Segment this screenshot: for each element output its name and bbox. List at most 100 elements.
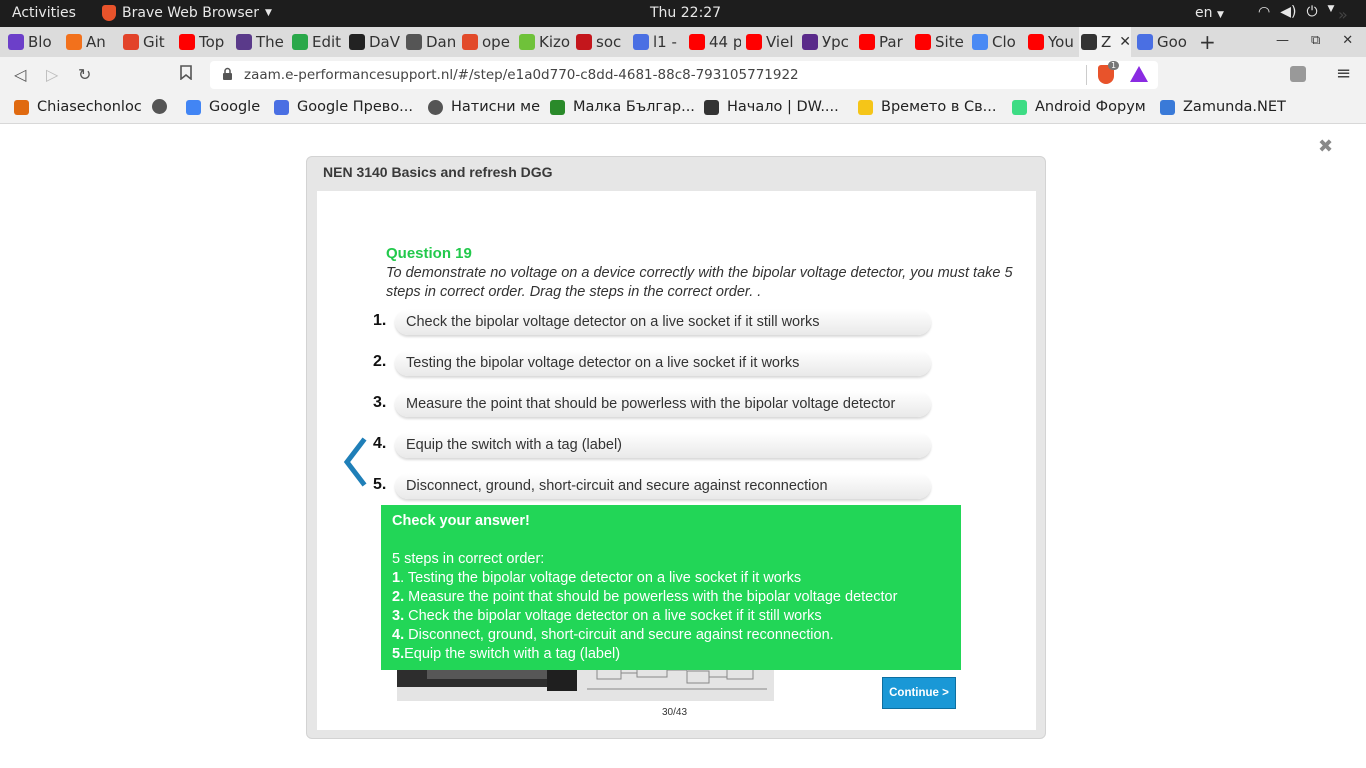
window-controls: — ⧉ ✕	[1276, 33, 1353, 48]
maximize-icon[interactable]: ⧉	[1311, 33, 1320, 48]
previous-arrow-icon[interactable]	[337, 437, 377, 487]
tab-favicon-icon	[689, 34, 705, 50]
step-item[interactable]: 2. Testing the bipolar voltage detector o…	[373, 350, 933, 376]
bookmark-item[interactable]: Chiasechonloc	[14, 99, 142, 115]
browser-tab[interactable]: Top	[177, 27, 231, 57]
bookmark-favicon-icon	[550, 99, 565, 115]
bookmark-favicon-icon	[1160, 99, 1175, 115]
browser-tab[interactable]: Goo	[1135, 27, 1189, 57]
step-item[interactable]: 3. Measure the point that should be power…	[373, 391, 933, 417]
step-number: 3.	[373, 394, 387, 411]
forward-icon[interactable]: ▷	[46, 65, 58, 84]
bookmark-item[interactable]	[152, 99, 167, 114]
bookmark-item[interactable]: Android Форум	[1012, 99, 1146, 115]
step-number: 1.	[373, 312, 387, 329]
brave-rewards-icon[interactable]	[1130, 66, 1148, 82]
continue-button[interactable]: Continue >	[882, 677, 956, 709]
tab-label: Git	[143, 33, 165, 51]
browser-tab[interactable]: Viel	[744, 27, 798, 57]
bookmark-item[interactable]: Времето в Св...	[858, 99, 997, 115]
feedback-line-text: Equip the switch with a tag (label)	[404, 646, 621, 662]
language-indicator[interactable]: en ▼	[1195, 5, 1224, 21]
bookmark-item[interactable]: Zamunda.NET	[1160, 99, 1286, 115]
browser-tab[interactable]: soc	[574, 27, 628, 57]
chevron-down-icon: ▼	[265, 8, 272, 18]
brave-icon	[102, 5, 116, 21]
app-menu[interactable]: Brave Web Browser ▼	[102, 5, 272, 21]
power-icon: ⏻	[1306, 4, 1318, 20]
browser-tab[interactable]: An	[64, 27, 118, 57]
tab-strip: Blo An Git Top The Edit DaV Dan ope Kizo soc l1 - 44…	[0, 27, 1366, 57]
bookmark-item[interactable]: Google Прево...	[274, 99, 413, 115]
bookmark-item[interactable]: Начало | DW....	[704, 99, 839, 115]
bookmark-favicon-icon	[152, 99, 167, 114]
hamburger-menu-icon[interactable]: ≡	[1336, 63, 1351, 84]
browser-tab[interactable]: Edit	[290, 27, 344, 57]
browser-tab[interactable]: DaV	[347, 27, 401, 57]
tab-favicon-icon	[236, 34, 252, 50]
minimize-icon[interactable]: —	[1276, 33, 1289, 48]
browser-tab[interactable]: Git	[121, 27, 175, 57]
browser-toolbar: ◁ ▷ ↻ zaam.e-performancesupport.nl/#/ste…	[0, 57, 1366, 93]
activities-button[interactable]: Activities	[12, 5, 76, 21]
feedback-line-text: . Testing the bipolar voltage detector o…	[400, 570, 802, 586]
browser-tab[interactable]: Clo	[970, 27, 1024, 57]
tab-favicon-icon	[179, 34, 195, 50]
browser-tab[interactable]: Урс	[800, 27, 854, 57]
step-item[interactable]: 4. Equip the switch with a tag (label)	[373, 432, 933, 458]
browser-tab[interactable]: l1 -	[631, 27, 685, 57]
browser-tab[interactable]: Z ✕	[1079, 27, 1131, 57]
browser-tab[interactable]: 44 p	[687, 27, 741, 57]
feedback-line-number: 2.	[392, 589, 405, 605]
bookmark-label: Начало | DW....	[727, 99, 839, 115]
address-bar[interactable]: zaam.e-performancesupport.nl/#/step/e1a0…	[210, 61, 1158, 89]
tab-favicon-icon	[406, 34, 422, 50]
tab-label: Z	[1101, 33, 1112, 51]
bookmark-item[interactable]: Натисни ме	[428, 99, 540, 115]
step-text: Disconnect, ground, short-circuit and se…	[406, 478, 828, 494]
close-icon[interactable]: ✖	[1318, 136, 1333, 157]
dialog-body: Question 19 To demonstrate no voltage on…	[317, 191, 1036, 730]
bookmark-icon[interactable]	[180, 65, 192, 84]
browser-tab[interactable]: Blo	[6, 27, 60, 57]
tab-favicon-icon	[123, 34, 139, 50]
bookmark-item[interactable]: Малка Българ...	[550, 99, 695, 115]
tab-favicon-icon	[972, 34, 988, 50]
clock[interactable]: Thu 22:27	[650, 5, 721, 21]
close-tab-icon[interactable]: ✕	[1119, 34, 1131, 50]
bookmark-favicon-icon	[14, 99, 29, 115]
step-item[interactable]: 5. Disconnect, ground, short-circuit and …	[373, 473, 933, 499]
bookmark-favicon-icon	[858, 99, 873, 115]
browser-tab[interactable]: The	[234, 27, 288, 57]
bookmark-label: Времето в Св...	[881, 99, 997, 115]
browser-tab[interactable]: Site	[913, 27, 967, 57]
tab-label: Edit	[312, 33, 342, 51]
tab-label: Clo	[992, 33, 1016, 51]
browser-tab[interactable]: Kizo	[517, 27, 571, 57]
browser-tab[interactable]: You	[1026, 27, 1080, 57]
bookmark-item[interactable]: Google	[186, 99, 260, 115]
system-menu[interactable]: ◠ ◀) ⏻ ▼	[1258, 4, 1334, 20]
question-text: To demonstrate no voltage on a device co…	[386, 265, 1013, 300]
bookmarks-overflow-icon[interactable]: »	[1338, 5, 1348, 24]
extensions-icon[interactable]	[1290, 66, 1306, 82]
new-tab-button[interactable]: +	[1199, 30, 1216, 54]
reload-icon[interactable]: ↻	[78, 65, 91, 84]
browser-tab[interactable]: Par	[857, 27, 911, 57]
feedback-line-number: 5.	[392, 646, 405, 662]
close-icon[interactable]: ✕	[1342, 33, 1353, 48]
step-text: Measure the point that should be powerle…	[406, 396, 896, 412]
chevron-down-icon: ▼	[1327, 4, 1335, 14]
back-icon[interactable]: ◁	[14, 65, 26, 84]
chevron-down-icon: ▼	[1216, 10, 1224, 20]
tab-favicon-icon	[8, 34, 24, 50]
browser-tab[interactable]: Dan	[404, 27, 458, 57]
course-dialog: NEN 3140 Basics and refresh DGG Question…	[306, 156, 1046, 739]
tab-label: Goo	[1157, 33, 1187, 51]
browser-tab[interactable]: ope	[460, 27, 514, 57]
feedback-line: 4. Disconnect, ground, short-circuit and…	[392, 627, 834, 643]
page-progress: 30/43	[662, 707, 688, 718]
step-text: Check the bipolar voltage detector on a …	[406, 314, 820, 330]
step-item[interactable]: 1. Check the bipolar voltage detector on …	[373, 309, 933, 335]
tab-label: An	[86, 33, 106, 51]
